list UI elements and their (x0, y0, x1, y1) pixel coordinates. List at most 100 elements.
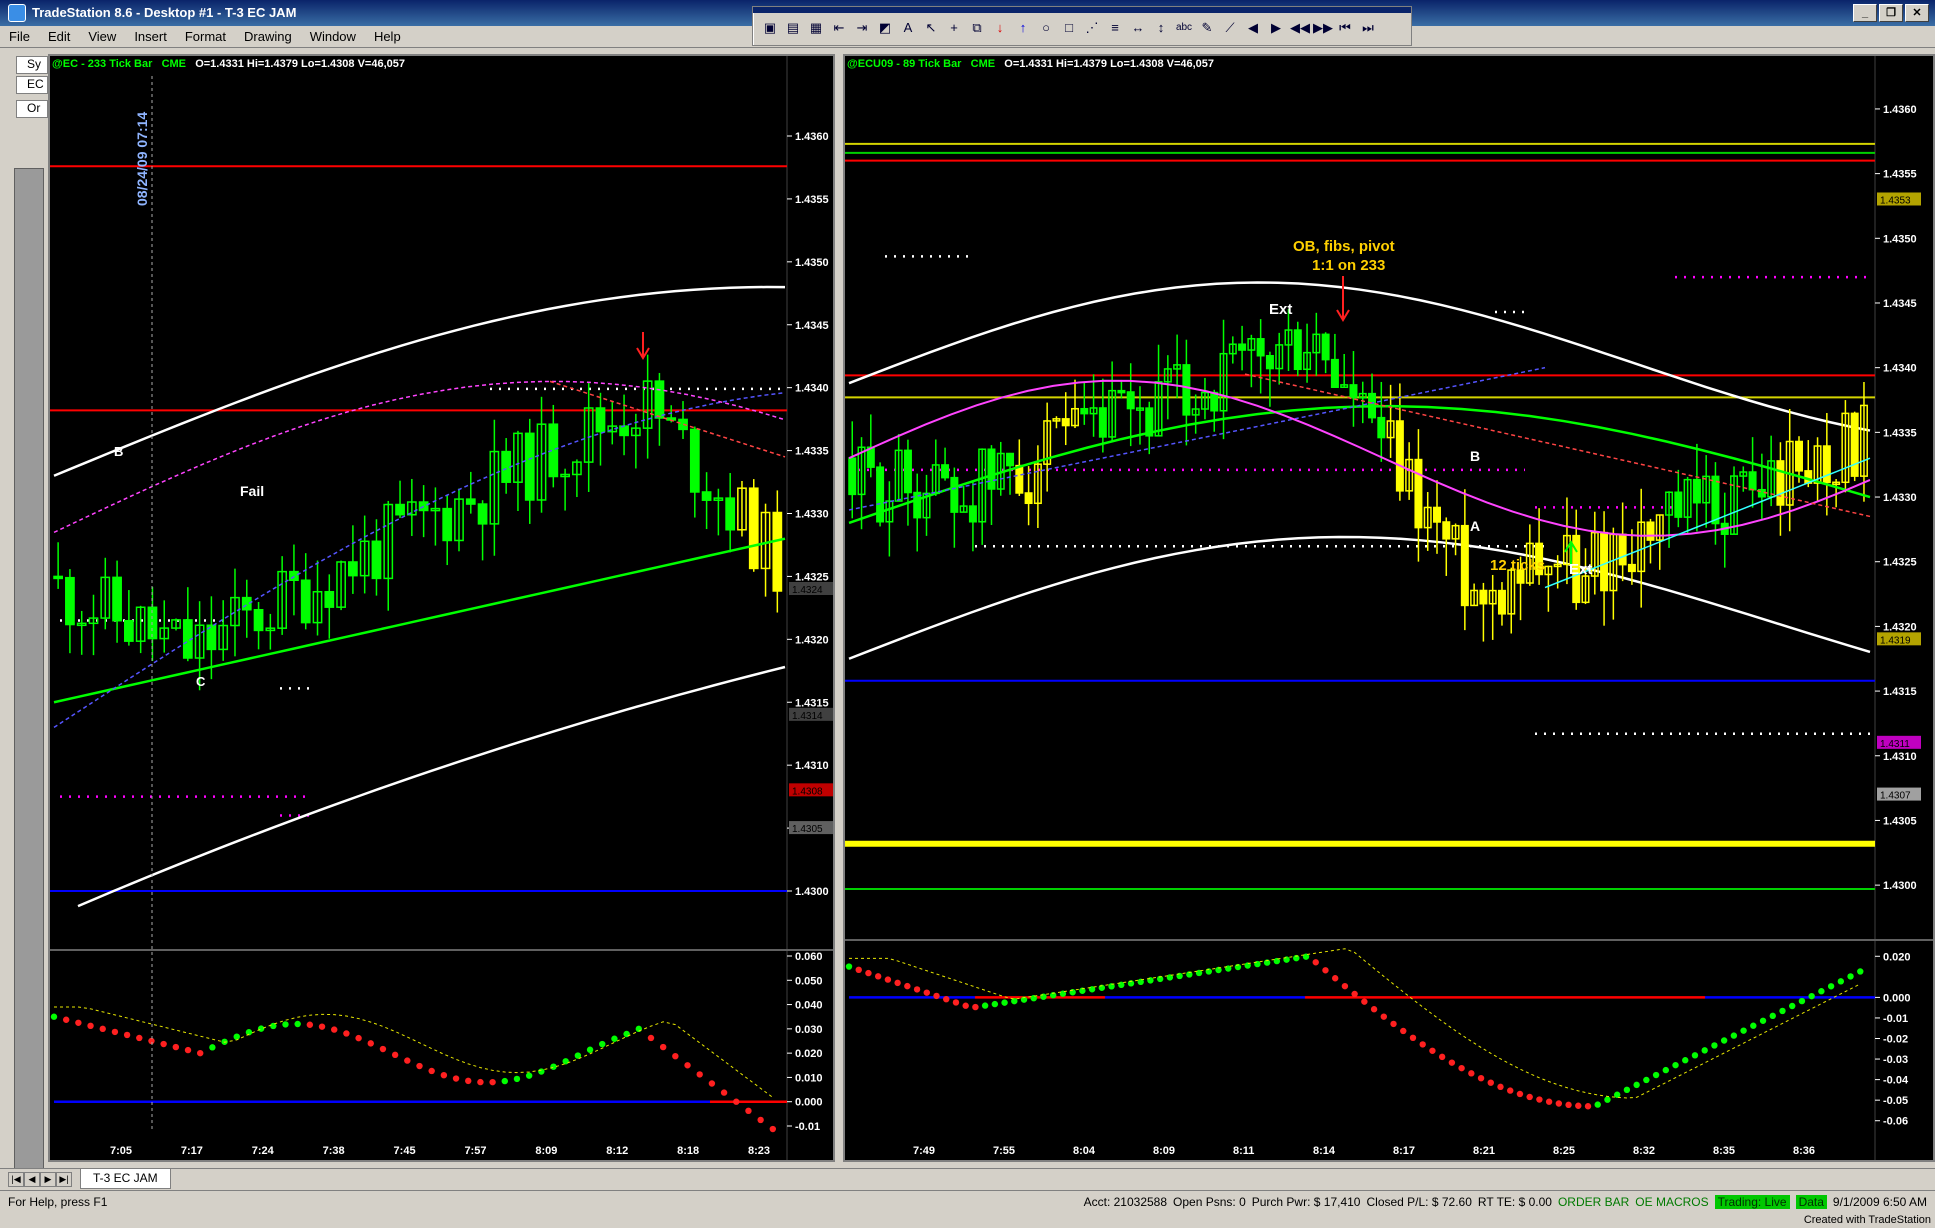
right-osc-tick-label: 0.020 (1883, 951, 1911, 963)
text-style-icon[interactable]: A (899, 19, 917, 37)
right-osc-dot (1536, 1096, 1543, 1103)
menu-drawing[interactable]: Drawing (235, 26, 301, 47)
text-label-icon[interactable]: abc (1175, 19, 1193, 37)
menu-help[interactable]: Help (365, 26, 410, 47)
right-osc-dot (962, 1002, 969, 1009)
order-bar-button[interactable]: ORDER BAR (1558, 1195, 1629, 1209)
right-osc-dot (865, 969, 872, 977)
right-candle-body (1210, 391, 1219, 412)
left-osc-dot (343, 1030, 350, 1037)
horizontal-line-icon[interactable]: ↔ (1129, 19, 1147, 37)
close-button[interactable]: ✕ (1905, 4, 1929, 22)
left-candle-body (595, 407, 606, 433)
left-chart-window[interactable]: @EC - 233 Tick Bar CME O=1.4331 Hi=1.437… (48, 54, 835, 1162)
arrow-down-icon[interactable]: ↓ (991, 19, 1009, 37)
arrow-up-icon[interactable]: ↑ (1014, 19, 1032, 37)
ec-cell[interactable]: EC (16, 76, 48, 94)
left-osc-dot (318, 1023, 326, 1030)
right-osc-dot (884, 976, 892, 983)
tab-prev-icon[interactable]: ◀ (24, 1172, 40, 1187)
right-osc-dot (1487, 1079, 1494, 1086)
crosshair-icon[interactable]: + (945, 19, 963, 37)
scroll-left-icon[interactable]: ◀ (1244, 19, 1262, 37)
right-chart-window[interactable]: @ECU09 - 89 Tick Bar CME O=1.4331 Hi=1.4… (843, 54, 1935, 1162)
left-osc-tick-label: 0.040 (795, 1000, 823, 1012)
menu-edit[interactable]: Edit (39, 26, 79, 47)
right-osc-dot (1750, 1022, 1757, 1029)
right-price-tick-label: 1.4350 (1883, 233, 1917, 245)
restore-button[interactable]: ❐ (1879, 4, 1903, 22)
left-candle-body (725, 497, 736, 531)
menu-view[interactable]: View (79, 26, 125, 47)
left-osc-dot (684, 1062, 691, 1069)
left-osc-dot (452, 1075, 460, 1082)
right-osc-signal (849, 948, 1861, 1099)
last-bar-icon[interactable]: ⏭ (1359, 19, 1377, 37)
right-chart-canvas[interactable]: 1.4360 1.4355 1.4350 1.4345 1.4340 1.4335 1.43… (845, 56, 1935, 1162)
right-osc-dot (1808, 992, 1815, 1000)
right-candle-body (1117, 389, 1126, 394)
pencil-icon[interactable]: ✎ (1198, 19, 1216, 37)
grid-icon[interactable]: ▦ (807, 19, 825, 37)
trading-live-badge[interactable]: Trading: Live (1714, 1195, 1790, 1209)
menu-window[interactable]: Window (301, 26, 365, 47)
right-osc-dot (1633, 1081, 1640, 1089)
left-osc-dot (282, 1021, 289, 1028)
rectangle-icon[interactable]: □ (1060, 19, 1078, 37)
right-osc-dot (1662, 1066, 1669, 1074)
workspace-tab-bar: |◀ ◀ ▶ ▶| T-3 EC JAM (0, 1168, 1935, 1190)
lines-icon[interactable]: ≡ (1106, 19, 1124, 37)
order-cell[interactable]: Or (16, 100, 48, 118)
minimize-button[interactable]: _ (1853, 4, 1877, 22)
left-osc-dot (416, 1062, 423, 1070)
tab-first-icon[interactable]: |◀ (8, 1172, 24, 1187)
trendline-icon[interactable]: ⟋ (1221, 19, 1239, 37)
right-osc-tick-label: -0.04 (1883, 1075, 1909, 1087)
left-candle-body (300, 579, 311, 624)
right-osc-dot (1409, 1034, 1417, 1042)
left-price-flag-label: 1.4305 (792, 824, 823, 835)
left-chart-canvas[interactable]: 1.4360 1.4355 1.4350 1.4345 1.4340 1.4335 1.43… (50, 56, 835, 1162)
tab-next-icon[interactable]: ▶ (40, 1172, 56, 1187)
left-osc-dot (99, 1025, 106, 1033)
vertical-line-icon[interactable]: ↕ (1152, 19, 1170, 37)
compress-icon[interactable]: ⇤ (830, 19, 848, 37)
right-moving-average (1544, 457, 1871, 589)
fast-back-icon[interactable]: ◀◀ (1290, 19, 1310, 37)
left-osc-dot (331, 1026, 338, 1033)
right-osc-dot (1176, 972, 1183, 980)
right-osc-dot (1740, 1027, 1747, 1034)
data-badge[interactable]: Data (1795, 1195, 1827, 1209)
right-time-tick-label: 8:32 (1633, 1145, 1655, 1157)
right-time-tick-label: 8:14 (1313, 1145, 1336, 1157)
fast-forward-icon[interactable]: ▶▶ (1313, 19, 1333, 37)
right-candle-body (1479, 589, 1488, 605)
oe-macros-button[interactable]: OE MACROS (1635, 1195, 1708, 1209)
expand-icon[interactable]: ⇥ (853, 19, 871, 37)
right-candle-body (1627, 563, 1636, 573)
left-osc-dot (550, 1063, 557, 1070)
menu-file[interactable]: File (0, 26, 39, 47)
menu-insert[interactable]: Insert (125, 26, 176, 47)
left-band-line (53, 285, 786, 477)
tab-last-icon[interactable]: ▶| (56, 1172, 72, 1187)
tab-t3-ec-jam[interactable]: T-3 EC JAM (80, 1169, 171, 1189)
symbol-cell[interactable]: Sy (16, 56, 48, 74)
fib-icon[interactable]: ⋰ (1083, 19, 1101, 37)
color-picker-icon[interactable]: ◩ (876, 19, 894, 37)
window-icon[interactable]: ⧉ (968, 19, 986, 37)
menu-format[interactable]: Format (176, 26, 235, 47)
side-scrollbar[interactable] (14, 168, 44, 1208)
toolbar-grip[interactable] (753, 7, 1411, 13)
right-candle-body (1256, 338, 1265, 357)
right-price-tick-label: 1.4325 (1883, 557, 1917, 569)
ellipse-icon[interactable]: ○ (1037, 19, 1055, 37)
pointer-icon[interactable]: ↖ (922, 19, 940, 37)
first-bar-icon[interactable]: ⏮ (1336, 19, 1354, 37)
right-price-tick-label: 1.4345 (1883, 298, 1917, 310)
folder-icon[interactable]: ▣ (761, 19, 779, 37)
lock-icon[interactable]: ▤ (784, 19, 802, 37)
scroll-right-icon[interactable]: ▶ (1267, 19, 1285, 37)
left-osc-dot (379, 1045, 387, 1053)
left-osc-dot (611, 1035, 618, 1042)
